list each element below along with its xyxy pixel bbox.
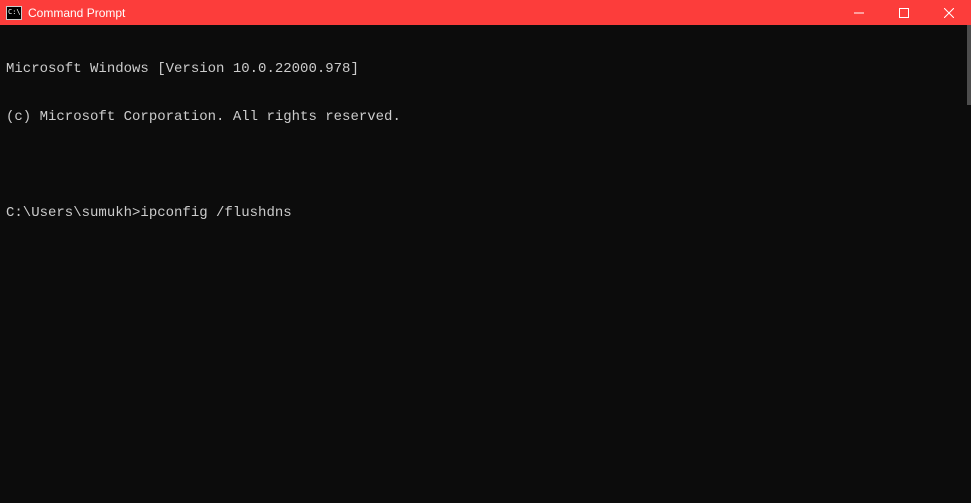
terminal-output-line: (c) Microsoft Corporation. All rights re…	[6, 109, 965, 125]
window-title: Command Prompt	[28, 6, 125, 20]
app-icon-text: C:\	[8, 9, 21, 16]
terminal-prompt-line: C:\Users\sumukh>ipconfig /flushdns	[6, 205, 965, 221]
titlebar-left: C:\ Command Prompt	[6, 6, 125, 20]
minimize-button[interactable]	[836, 0, 881, 25]
minimize-icon	[854, 8, 864, 18]
maximize-icon	[899, 8, 909, 18]
window-controls	[836, 0, 971, 25]
terminal-blank-line	[6, 157, 965, 173]
close-button[interactable]	[926, 0, 971, 25]
terminal-cursor	[292, 205, 300, 219]
maximize-button[interactable]	[881, 0, 926, 25]
terminal-prompt: C:\Users\sumukh>	[6, 205, 140, 221]
terminal-area[interactable]: Microsoft Windows [Version 10.0.22000.97…	[0, 25, 971, 503]
terminal-output-line: Microsoft Windows [Version 10.0.22000.97…	[6, 61, 965, 77]
close-icon	[944, 8, 954, 18]
scrollbar-thumb[interactable]	[967, 25, 971, 105]
command-prompt-icon: C:\	[6, 6, 22, 20]
terminal-command-input[interactable]: ipconfig /flushdns	[140, 205, 291, 221]
window-titlebar: C:\ Command Prompt	[0, 0, 971, 25]
